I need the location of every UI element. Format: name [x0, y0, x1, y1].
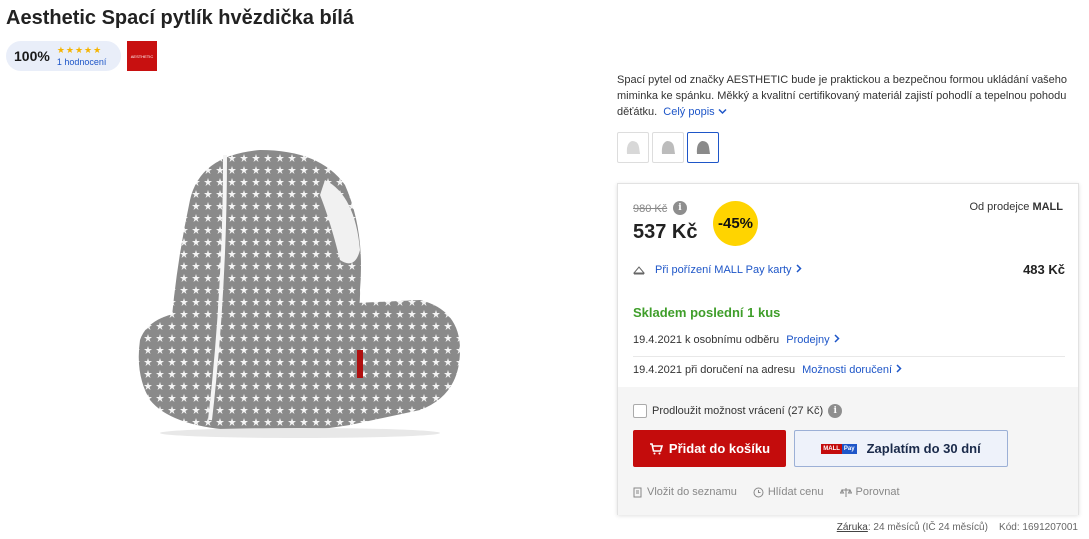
brand-logo[interactable]: AESTHETIC — [127, 41, 157, 71]
price-info-icon[interactable]: i — [673, 201, 687, 215]
old-price: 980 Kč — [633, 203, 668, 215]
mallpay-logo: MALL Pay — [821, 443, 857, 454]
rating-stars: ★★★★★ — [56, 44, 103, 55]
scale-icon — [839, 487, 852, 497]
thumbnail-1[interactable] — [617, 132, 649, 163]
card-icon — [633, 265, 645, 274]
pay-later-label: Zaplatím do 30 dní — [866, 441, 981, 456]
cart-icon — [649, 442, 663, 454]
add-to-list-label: Vložit do seznamu — [647, 486, 737, 498]
thumbnail-2[interactable] — [652, 132, 684, 163]
full-description-label: Celý popis — [663, 106, 715, 118]
mallpay-logo-pay: Pay — [841, 443, 857, 454]
delivery-options-label: Možnosti doručení — [802, 364, 893, 376]
watch-price-link[interactable]: Hlídat cenu — [753, 486, 824, 498]
delivery-address-row: 19.4.2021 při doručení na adresu Možnost… — [633, 364, 1065, 376]
chevron-down-icon — [718, 108, 727, 115]
delivery-options-link[interactable]: Možnosti doručení — [802, 364, 902, 376]
purchase-actions: Prodloužit možnost vrácení (27 Kč) i Při… — [618, 387, 1078, 515]
product-title: Aesthetic Spací pytlík hvězdička bílá — [6, 7, 354, 29]
product-image[interactable] — [130, 140, 470, 440]
extend-return-label: Prodloužit možnost vrácení (27 Kč) — [652, 405, 824, 417]
delivery-pickup-row: 19.4.2021 k osobnímu odběru Prodejny — [633, 334, 1065, 346]
watch-price-label: Hlídat cenu — [767, 486, 824, 498]
pay-later-button[interactable]: MALL Pay Zaplatím do 30 dní — [794, 430, 1008, 467]
warranty-value: : 24 měsíců (IČ 24 měsíců) — [867, 522, 988, 533]
extend-return-row[interactable]: Prodloužit možnost vrácení (27 Kč) i — [633, 404, 843, 418]
mallpay-logo-mall: MALL — [821, 443, 842, 454]
seller-name: MALL — [1032, 201, 1063, 213]
product-code: Kód: 1691207001 — [999, 522, 1078, 533]
thumbnail-3[interactable] — [687, 132, 719, 163]
product-footer: Záruka: 24 měsíců (IČ 24 měsíců) Kód: 16… — [837, 522, 1078, 533]
compare-label: Porovnat — [855, 486, 900, 498]
image-thumbnails — [617, 132, 719, 163]
stock-status: Skladem poslední 1 kus — [633, 305, 781, 320]
delivery-pickup-text: 19.4.2021 k osobnímu odběru — [633, 334, 780, 346]
clock-icon — [753, 487, 764, 497]
chevron-right-icon — [834, 334, 840, 343]
current-price: 537 Kč — [633, 221, 698, 243]
info-icon[interactable]: i — [828, 404, 843, 418]
secondary-actions: Vložit do seznamu Hlídat cenu Porovnat — [633, 486, 900, 498]
list-icon — [633, 487, 642, 497]
rating-count-link[interactable]: 1 hodnocení — [57, 57, 107, 67]
mallpay-offer-row: Při pořízení MALL Pay karty 483 Kč — [633, 262, 1065, 277]
add-to-cart-label: Přidat do košíku — [668, 441, 771, 456]
discount-badge: -45% — [713, 201, 758, 246]
seller-prefix: Od prodejce — [969, 201, 1030, 213]
delivery-address-text: 19.4.2021 při doručení na adresu — [633, 364, 796, 376]
stores-link-label: Prodejny — [786, 334, 830, 346]
stores-link[interactable]: Prodejny — [786, 334, 840, 346]
chevron-right-icon — [896, 364, 902, 373]
rating-percent: 100% — [14, 48, 50, 64]
chevron-right-icon — [796, 263, 802, 273]
mallpay-price: 483 Kč — [1023, 262, 1065, 277]
product-description: Spací pytel od značky AESTHETIC bude je … — [617, 72, 1082, 120]
extend-return-checkbox[interactable] — [633, 404, 647, 418]
seller-info: Od prodejce MALL — [969, 201, 1063, 213]
rating-badge[interactable]: 100% ★★★★★ 1 hodnocení — [6, 41, 121, 71]
mallpay-card-label: Při pořízení MALL Pay karty — [655, 263, 792, 276]
mallpay-card-link[interactable]: Při pořízení MALL Pay karty — [655, 264, 802, 276]
divider — [633, 356, 1065, 357]
warranty-link[interactable]: Záruka — [837, 522, 868, 533]
add-to-cart-button[interactable]: Přidat do košíku — [633, 430, 786, 467]
full-description-link[interactable]: Celý popis — [663, 106, 727, 118]
add-to-list-link[interactable]: Vložit do seznamu — [633, 486, 737, 498]
offer-box: 980 Kč i 537 Kč -45% Od prodejce MALL Př… — [617, 183, 1079, 515]
compare-link[interactable]: Porovnat — [839, 486, 900, 498]
